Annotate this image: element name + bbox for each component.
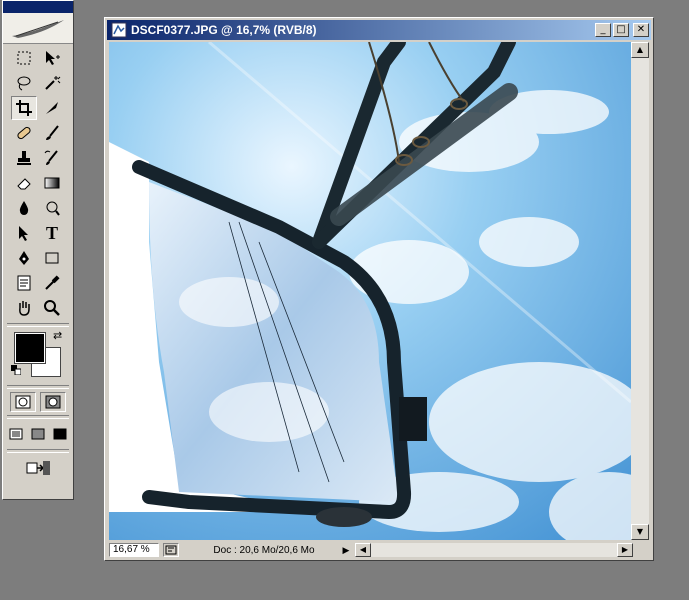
- document-window: DSCF0377.JPG @ 16,7% (RVB/8) _ □ ✕ ▲ ▼ 1…: [104, 17, 654, 561]
- screen-mode-full-menu-icon[interactable]: [29, 422, 47, 446]
- hand-icon[interactable]: [11, 296, 37, 320]
- eyedropper-icon[interactable]: [39, 271, 65, 295]
- stamp-icon[interactable]: [11, 146, 37, 170]
- move-icon[interactable]: [39, 46, 65, 70]
- type-glyph: T: [45, 222, 58, 243]
- vertical-scrollbar[interactable]: ▲ ▼: [631, 42, 649, 540]
- jump-to-imageready-icon[interactable]: [25, 456, 51, 480]
- image-canvas[interactable]: [109, 42, 631, 540]
- close-button[interactable]: ✕: [633, 23, 649, 37]
- screen-mode-standard-icon[interactable]: [7, 422, 25, 446]
- screen-mode-full-icon[interactable]: [51, 422, 69, 446]
- magnifier-icon[interactable]: [39, 296, 65, 320]
- toolbox-divider: [7, 415, 69, 419]
- adobe-feather-logo[interactable]: [3, 13, 73, 44]
- document-title: DSCF0377.JPG @ 16,7% (RVB/8): [131, 23, 317, 37]
- resize-grip-icon[interactable]: [633, 543, 649, 557]
- bandage-icon[interactable]: [11, 121, 37, 145]
- scroll-up-arrow[interactable]: ▲: [631, 42, 649, 58]
- dodge-icon[interactable]: [39, 196, 65, 220]
- maximize-button[interactable]: □: [613, 23, 629, 37]
- foreground-color-swatch[interactable]: [14, 332, 46, 364]
- type-icon[interactable]: T: [39, 221, 65, 245]
- minimize-button[interactable]: _: [595, 23, 611, 37]
- toolbox-palette: T ⇄: [2, 0, 74, 500]
- document-titlebar[interactable]: DSCF0377.JPG @ 16,7% (RVB/8) _ □ ✕: [107, 20, 651, 40]
- color-swatches: ⇄: [9, 329, 67, 381]
- quick-mask-icon[interactable]: [40, 392, 66, 412]
- notes-icon[interactable]: [11, 271, 37, 295]
- document-status-icon[interactable]: [163, 543, 179, 557]
- brush-icon[interactable]: [39, 121, 65, 145]
- toolbox-divider: [7, 385, 69, 389]
- document-size-info: Doc : 20,6 Mo/20,6 Mo: [213, 544, 315, 556]
- eraser-icon[interactable]: [11, 171, 37, 195]
- gradient-icon[interactable]: [39, 171, 65, 195]
- history-brush-icon[interactable]: [39, 146, 65, 170]
- rectangle-icon[interactable]: [39, 246, 65, 270]
- pen-icon[interactable]: [11, 246, 37, 270]
- crop-icon[interactable]: [11, 96, 37, 120]
- marquee-icon[interactable]: [11, 46, 37, 70]
- scroll-down-arrow[interactable]: ▼: [631, 524, 649, 540]
- lasso-icon[interactable]: [11, 71, 37, 95]
- scroll-right-arrow[interactable]: ▶: [617, 543, 633, 557]
- swap-colors-icon[interactable]: ⇄: [53, 329, 62, 342]
- magic-wand-icon[interactable]: [39, 71, 65, 95]
- arrow-icon[interactable]: [11, 221, 37, 245]
- status-menu-arrow-icon[interactable]: ▶: [339, 543, 353, 557]
- standard-mode-icon[interactable]: [10, 392, 36, 412]
- drop-icon[interactable]: [11, 196, 37, 220]
- toolbox-divider: [7, 449, 69, 453]
- photoshop-document-icon: [111, 22, 127, 38]
- toolbox-titlebar[interactable]: [3, 1, 73, 13]
- zoom-level-field[interactable]: 16,67 %: [109, 543, 159, 557]
- slice-icon[interactable]: [39, 96, 65, 120]
- horizontal-scrollbar[interactable]: ◀ ▶: [355, 543, 633, 557]
- default-colors-icon[interactable]: [11, 365, 21, 375]
- toolbox-divider: [7, 323, 69, 327]
- photo-mirror-sky: [109, 42, 631, 540]
- status-bar: 16,67 % Doc : 20,6 Mo/20,6 Mo ▶ ◀ ▶: [109, 542, 649, 558]
- scroll-left-arrow[interactable]: ◀: [355, 543, 371, 557]
